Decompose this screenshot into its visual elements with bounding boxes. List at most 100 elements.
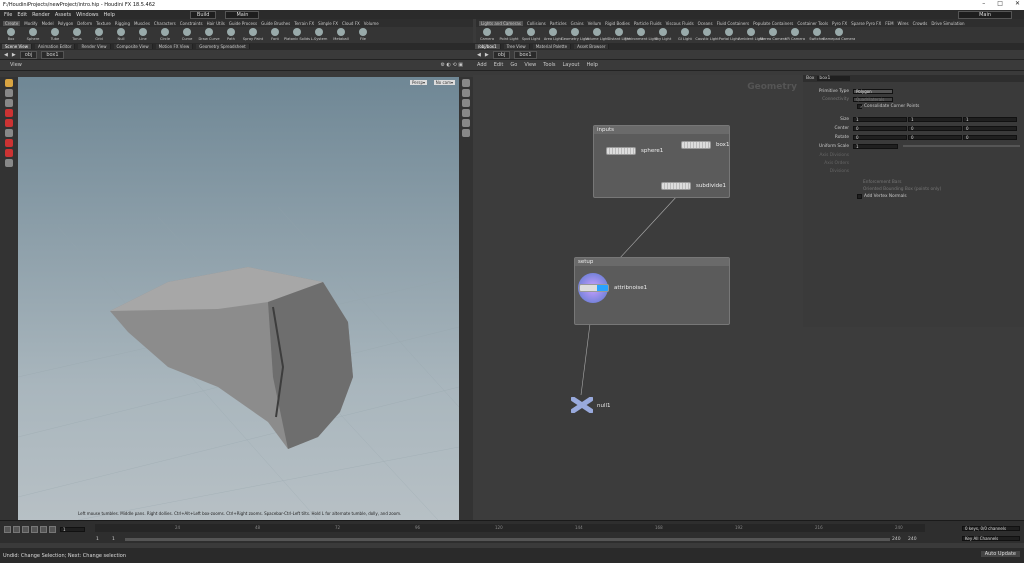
start-frame-2[interactable]: 1	[112, 537, 115, 542]
back-arrow-icon[interactable]: ◀	[4, 52, 8, 58]
menu-help[interactable]: Help	[103, 12, 114, 18]
maximize-button[interactable]: □	[997, 0, 1003, 7]
shelf-tool[interactable]: Metaball	[333, 28, 349, 41]
shelf-tool[interactable]: Font	[267, 28, 283, 41]
node-attribnoise1[interactable]	[579, 284, 609, 292]
path-crumb-obj[interactable]: obj	[19, 50, 38, 59]
shelf-tab[interactable]: Particles	[550, 21, 567, 26]
panel-tab[interactable]: Tree View	[503, 44, 530, 49]
display-options-icon[interactable]: ⚙ ◐ ⟲ ▣	[440, 62, 463, 68]
shelf-tool[interactable]: Curve	[179, 28, 195, 41]
shelf-tool[interactable]: Path	[223, 28, 239, 41]
shelf-tab[interactable]: Vellum	[588, 21, 602, 26]
parm-value-field[interactable]: 0	[963, 134, 1017, 140]
network-menu-item[interactable]: Add	[477, 62, 487, 68]
shelf-tool[interactable]: Line	[135, 28, 151, 41]
key-all-channels[interactable]: Key All Channels	[962, 536, 1020, 541]
panel-tab[interactable]: /obj/box1	[475, 44, 501, 49]
current-frame-field[interactable]: 1	[60, 527, 85, 532]
shelf-tool[interactable]: L-System	[311, 28, 327, 41]
parm-value-field[interactable]: 0	[963, 125, 1017, 131]
points-icon[interactable]	[462, 119, 470, 127]
jump-start-icon[interactable]	[4, 526, 11, 533]
shelf-tab[interactable]: Particle Fluids	[634, 21, 662, 26]
panel-tab[interactable]: Asset Browser	[574, 44, 610, 49]
panel-tab[interactable]: Render View	[78, 44, 111, 49]
shelf-tab[interactable]: Create	[3, 20, 21, 26]
shelf-tab[interactable]: Pyro FX	[832, 21, 847, 26]
shelf-tab[interactable]: Drive Simulation	[931, 21, 964, 26]
network-menu-item[interactable]: View	[524, 62, 536, 68]
shelf-tab[interactable]: Oceans	[698, 21, 713, 26]
parm-value-field[interactable]: 0	[853, 134, 907, 140]
shelf-tab[interactable]: Texture	[96, 21, 111, 26]
shelf-tool[interactable]: Geometry Light	[561, 28, 589, 41]
node-subdivide1[interactable]	[661, 182, 691, 190]
shelf-tab[interactable]: Crowds	[913, 21, 928, 26]
back-arrow-icon[interactable]: ◀	[477, 52, 481, 58]
light-icon[interactable]	[462, 99, 470, 107]
menu-assets[interactable]: Assets	[55, 12, 71, 18]
shelf-tool[interactable]: Torus	[69, 28, 85, 41]
view-label[interactable]: View	[10, 62, 22, 68]
shelf-tool[interactable]: Camera	[479, 28, 495, 41]
shelf-tool[interactable]: Box	[3, 28, 19, 41]
shelf-tab[interactable]: Terrain FX	[294, 21, 314, 26]
consolidate-checkbox[interactable]: ✓	[857, 103, 863, 109]
connectivity-select[interactable]: Quadrilaterals	[853, 96, 893, 102]
shelf-tab[interactable]: Hair Utils	[207, 21, 225, 26]
shelf-tab[interactable]: Grains	[571, 21, 584, 26]
shelf-tab[interactable]: Wires	[898, 21, 909, 26]
network-menu-item[interactable]: Layout	[563, 62, 580, 68]
shelf-tab[interactable]: Populate Containers	[753, 21, 793, 26]
end-frame[interactable]: 240	[892, 537, 901, 542]
shelf-tab[interactable]: Model	[42, 21, 54, 26]
primitive-type-select[interactable]: Polygon	[853, 88, 893, 94]
menu-file[interactable]: File	[4, 12, 12, 18]
shelf-tool[interactable]: Area Light	[544, 28, 562, 41]
shelf-tab[interactable]: Muscles	[134, 21, 150, 26]
scale-tool-icon[interactable]	[5, 109, 13, 117]
parm-value-field[interactable]: 0	[908, 125, 962, 131]
step-back-icon[interactable]	[13, 526, 20, 533]
snap-icon[interactable]	[5, 139, 13, 147]
shelf-tool[interactable]: Environment Light	[624, 28, 658, 41]
shelf-tab[interactable]: Deform	[77, 21, 92, 26]
shelf-tab[interactable]: Guide Brushes	[261, 21, 290, 26]
minimize-button[interactable]: –	[982, 0, 985, 7]
path-crumb-obj[interactable]: obj	[492, 50, 511, 59]
path-crumb-box1[interactable]: box1	[41, 50, 64, 59]
shelf-tab[interactable]: FEM	[885, 21, 893, 26]
shelf-tab[interactable]: Simple FX	[318, 21, 338, 26]
jump-end-icon[interactable]	[49, 526, 56, 533]
shelf-tab[interactable]: Modify	[24, 21, 37, 26]
persp-menu[interactable]: Persp▾	[409, 80, 427, 85]
uniform-scale-field[interactable]: 1	[853, 143, 898, 149]
pose-tool-icon[interactable]	[5, 119, 13, 127]
path-crumb-box1[interactable]: box1	[514, 50, 537, 59]
shelf-tool[interactable]: Stereo Camera	[760, 28, 786, 41]
node-box1[interactable]	[681, 141, 711, 149]
forward-arrow-icon[interactable]: ▶	[485, 52, 489, 58]
vertex-normals-checkbox[interactable]	[857, 193, 862, 199]
shelf-tool[interactable]: Null	[113, 28, 129, 41]
shelf-tab[interactable]: Lights and Cameras	[479, 20, 523, 26]
shelf-tool[interactable]: Platonic Solids	[284, 28, 310, 41]
close-button[interactable]: ✕	[1015, 0, 1020, 7]
shelf-tool[interactable]: Caustic Light	[695, 28, 719, 41]
stop-icon[interactable]	[22, 526, 29, 533]
move-tool-icon[interactable]	[5, 89, 13, 97]
grid-icon[interactable]	[5, 159, 13, 167]
panel-tab[interactable]: Material Palette	[532, 44, 572, 49]
shelf-tool[interactable]: Ambient Light	[738, 28, 764, 41]
shelf-tab[interactable]: Rigging	[115, 21, 130, 26]
uniform-scale-slider[interactable]	[903, 145, 1020, 147]
node-name-field[interactable]: box1	[817, 76, 851, 81]
scene-viewport[interactable]: Persp▾ No cam▾ Left mouse tumbles. Middl…	[18, 77, 459, 520]
shelf-tool[interactable]: Draw Curve	[198, 28, 220, 41]
shelf-tool[interactable]: Point Light	[499, 28, 519, 41]
shelf-tab[interactable]: Polygon	[58, 21, 74, 26]
range-slider[interactable]	[125, 538, 890, 541]
shelf-tool[interactable]: Sky Light	[655, 28, 671, 41]
shelf-tool[interactable]: Gamepad Camera	[823, 28, 855, 41]
